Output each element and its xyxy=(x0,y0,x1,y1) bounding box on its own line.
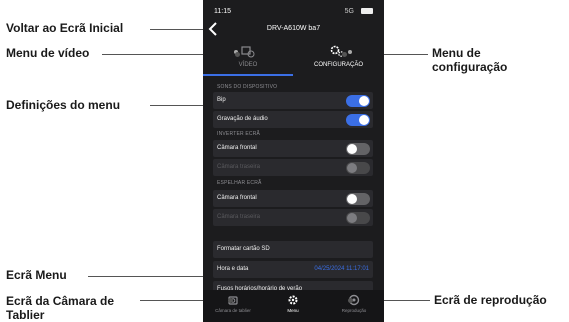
tab-video[interactable]: VÍDEO xyxy=(203,40,293,76)
nav-label: Menu xyxy=(287,308,299,313)
settings-row-invert-rear: Câmara traseira xyxy=(213,159,373,176)
nav-dashcam[interactable]: Câmara de tablier xyxy=(203,290,263,322)
mirror-rear-toggle[interactable] xyxy=(346,212,370,224)
row-label: Formatar cartão SD xyxy=(217,246,270,252)
tab-configuration-label: CONFIGURAÇÃO xyxy=(313,62,363,68)
callout-dot-dashcam xyxy=(228,298,233,303)
row-label: Câmara traseira xyxy=(217,164,261,170)
settings-row-beep: Bip xyxy=(213,92,373,109)
device-title: DRV-A610W ba7 xyxy=(266,25,321,32)
section-title-device-sounds: SONS DO DISPOSITIVO xyxy=(217,84,278,90)
nav-label: Reprodução xyxy=(341,308,367,313)
status-bar: 11:15 5G xyxy=(203,0,384,20)
bottom-navigation: Câmara de tablier Menu Reprodução xyxy=(203,290,384,322)
row-label: Câmara frontal xyxy=(217,145,257,151)
settings-row-mirror-front: Câmara frontal xyxy=(213,190,373,207)
nav-label: Câmara de tablier xyxy=(215,308,251,313)
settings-row-mirror-rear: Câmara traseira xyxy=(213,209,373,226)
callout-dot-video xyxy=(235,52,240,57)
callout-playback-screen: Ecrã de reprodução xyxy=(434,293,547,307)
row-label: Câmara traseira xyxy=(217,214,261,220)
battery-icon xyxy=(361,8,373,14)
title-bar: DRV-A610W ba7 xyxy=(203,20,384,38)
nav-playback[interactable]: Reprodução xyxy=(324,290,384,322)
tab-configuration[interactable]: CONFIGURAÇÃO xyxy=(293,40,384,76)
invert-front-toggle[interactable] xyxy=(346,143,370,155)
nav-menu[interactable]: Menu xyxy=(263,290,323,322)
format-sd-card-button[interactable]: Formatar cartão SD xyxy=(213,241,373,258)
mirror-front-toggle[interactable] xyxy=(346,193,370,205)
row-label: Bip xyxy=(217,97,226,103)
callout-menu-settings: Definições do menu xyxy=(6,98,121,112)
video-settings-icon xyxy=(240,44,256,58)
invert-rear-toggle[interactable] xyxy=(346,162,370,174)
callout-dot-playback xyxy=(348,298,353,303)
tab-bar: VÍDEO CONFIGURAÇÃO xyxy=(203,40,384,76)
gear-icon xyxy=(288,295,298,305)
date-time-row[interactable]: Hora e data 04/25/2024 11:17:01 xyxy=(213,261,373,278)
section-title-invert-screen: INVERTER ECRÃ xyxy=(217,131,261,137)
row-label: Câmara frontal xyxy=(217,195,257,201)
row-label: Hora e data xyxy=(217,266,249,272)
status-network: 5G xyxy=(344,8,354,15)
callout-dashcam-screen: Ecrã da Câmara de Tablier xyxy=(6,294,115,322)
row-label: Gravação de áudio xyxy=(217,116,268,122)
settings-row-invert-front: Câmara frontal xyxy=(213,140,373,157)
callout-home: Voltar ao Ecrã Inicial xyxy=(6,21,124,35)
phone-screen: 11:15 5G DRV-A610W ba7 VÍDEO CONFIGURAÇÃ… xyxy=(203,0,384,322)
settings-row-audio-recording: Gravação de áudio xyxy=(213,111,373,128)
tab-pointer-dot xyxy=(348,50,352,54)
section-title-mirror-screen: ESPELHAR ECRÃ xyxy=(217,180,262,186)
callout-menu-screen: Ecrã Menu xyxy=(6,268,67,282)
date-time-value: 04/25/2024 11:17:01 xyxy=(314,266,369,272)
audio-recording-toggle[interactable] xyxy=(346,114,370,126)
status-time: 11:15 xyxy=(214,8,231,15)
callout-dot-config xyxy=(342,52,347,57)
tab-video-label: VÍDEO xyxy=(238,62,258,68)
callout-video-menu: Menu de vídeo xyxy=(6,46,90,60)
beep-toggle[interactable] xyxy=(346,95,370,107)
callout-config-menu: Menu de configuração xyxy=(432,46,508,74)
